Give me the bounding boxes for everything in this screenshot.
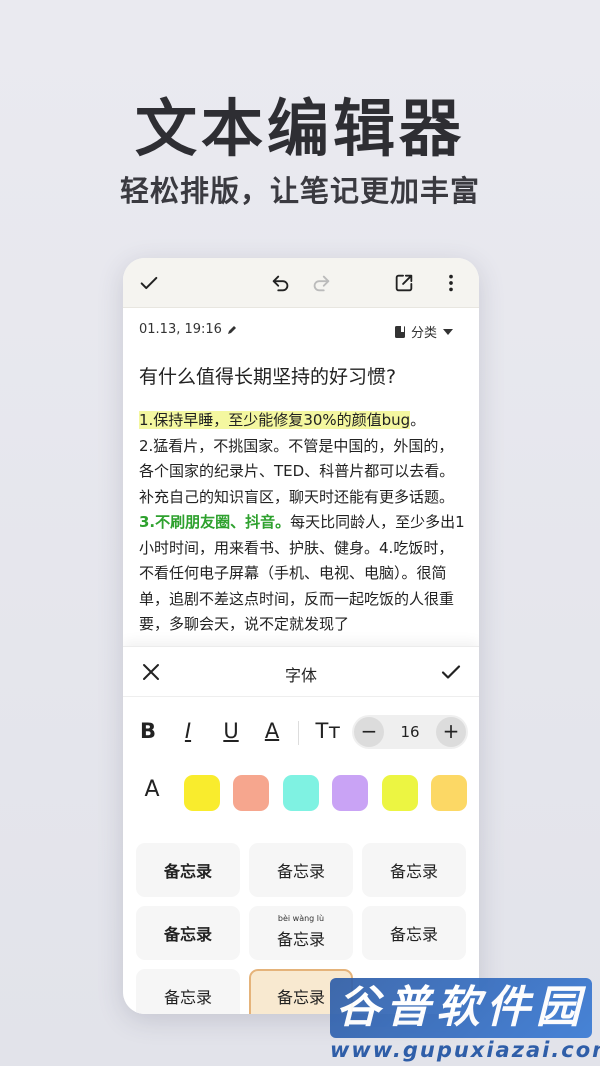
format-row: B I U A Tт − 16 + (123, 713, 479, 751)
font-style-card-pinyin[interactable]: bèi wàng lù 备忘录 (249, 906, 353, 960)
font-style-card[interactable]: 备忘录 (362, 906, 466, 960)
font-style-card[interactable]: 备忘录 (136, 906, 240, 960)
font-style-card[interactable]: 备忘录 (249, 843, 353, 897)
highlighted-text: 1.保持早睡，至少能修复30%的颜值bug (139, 411, 411, 429)
book-icon (394, 325, 405, 338)
color-swatch[interactable] (332, 775, 368, 811)
font-color-indicator[interactable]: A (137, 777, 167, 809)
body-text: 。 (410, 411, 426, 429)
note-body[interactable]: 1.保持早睡，至少能修复30%的颜值bug。 2.猛看片，不挑国家。不管是中国的… (139, 408, 465, 638)
category-label: 分类 (410, 326, 437, 341)
body-text: 每天比同龄人，至少多出1小时时间，用来看书、护肤、健身。4.吃饭时，不看任何电子… (139, 513, 465, 633)
color-swatch[interactable] (233, 775, 269, 811)
phone-mockup: 01.13, 19:16 分类 有什么值得长期坚持的好习惯? 1.保持早睡，至少… (123, 258, 479, 1014)
font-sheet-header: 字体 (123, 647, 479, 697)
divider (298, 721, 299, 745)
color-row: A (123, 775, 479, 811)
editor-toolbar (123, 258, 479, 308)
decrease-size-button[interactable]: − (354, 717, 384, 747)
category-selector[interactable]: 分类 (393, 322, 455, 341)
confirm-check-icon[interactable] (439, 660, 463, 684)
share-icon[interactable] (392, 271, 416, 295)
note-timestamp: 01.13, 19:16 (139, 322, 222, 337)
promo-subheadline: 轻松排版，让笔记更加丰富 (119, 174, 480, 208)
font-style-label: 备忘录 (389, 862, 438, 881)
font-style-label: 备忘录 (163, 925, 212, 944)
font-style-label: 备忘录 (163, 988, 212, 1007)
color-swatch[interactable] (382, 775, 418, 811)
more-icon[interactable] (439, 271, 463, 295)
promo-headline: 文本编辑器 (134, 92, 465, 165)
font-style-label: 备忘录 (276, 930, 325, 949)
watermark-name: 谷普软件园 (330, 978, 592, 1038)
italic-button[interactable]: I (175, 719, 201, 743)
pinyin-label: bèi wàng lù (277, 914, 325, 923)
font-style-label: 备忘录 (389, 925, 438, 944)
note-title[interactable]: 有什么值得长期坚持的好习惯? (139, 362, 396, 389)
text-color-button[interactable]: A (259, 719, 285, 743)
font-size-stepper: − 16 + (352, 715, 468, 749)
color-swatch[interactable] (431, 775, 467, 811)
font-sheet: 字体 B I U A Tт − 16 + A 备忘录 备忘录 备忘录 备忘录 b… (123, 646, 479, 1014)
color-swatch[interactable] (184, 775, 220, 811)
site-watermark: 谷普软件园 www.gupuxiazai.com (330, 970, 600, 1066)
note-meta[interactable]: 01.13, 19:16 (139, 322, 238, 337)
font-style-label: 备忘录 (276, 988, 325, 1007)
pencil-icon (227, 325, 236, 334)
font-style-label: 备忘录 (276, 862, 325, 881)
undo-icon[interactable] (269, 271, 293, 295)
underline-button[interactable]: U (218, 719, 244, 743)
increase-size-button[interactable]: + (436, 717, 466, 747)
green-text: 3.不刷朋友圈、抖音。 (139, 513, 291, 531)
body-text: 2.猛看片，不挑国家。不管是中国的，外国的，各个国家的纪录片、TED、科普片都可… (139, 436, 455, 506)
watermark-url: www.gupuxiazai.com (330, 1038, 600, 1062)
color-swatch[interactable] (283, 775, 319, 811)
font-size-value: 16 (400, 723, 420, 741)
font-sheet-title: 字体 (284, 666, 317, 685)
triangle-down-icon (443, 328, 453, 335)
font-style-card[interactable]: 备忘录 (136, 843, 240, 897)
text-size-button[interactable]: Tт (313, 719, 343, 743)
font-style-card[interactable]: 备忘录 (362, 843, 466, 897)
font-style-label: 备忘录 (163, 862, 212, 881)
redo-icon[interactable] (309, 271, 333, 295)
font-style-card[interactable]: 备忘录 (136, 969, 240, 1014)
check-icon[interactable] (137, 271, 161, 295)
bold-button[interactable]: B (135, 719, 161, 743)
